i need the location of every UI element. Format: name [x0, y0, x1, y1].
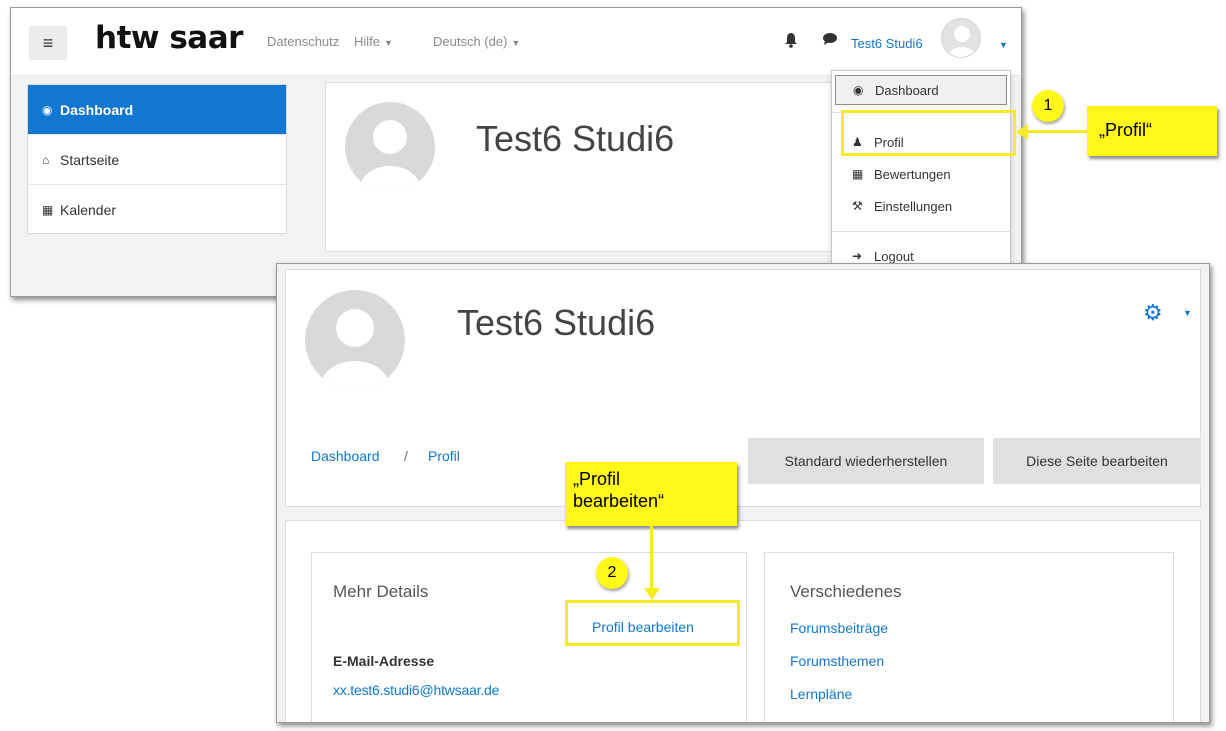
home-icon: ⌂: [42, 152, 50, 167]
bell-icon[interactable]: [784, 32, 798, 51]
arrow-left-icon: [1016, 124, 1028, 140]
forum-topics-link[interactable]: Forumsthemen: [790, 653, 884, 669]
misc-title: Verschiedenes: [790, 582, 902, 601]
caret-down-icon: ▼: [384, 38, 393, 48]
hamburger-icon: ≡: [42, 32, 54, 53]
callout-edit-profile: „Profil bearbeiten“: [565, 462, 737, 526]
learning-plans-link[interactable]: Lernpläne: [790, 686, 852, 702]
screenshot-profile-page: Test6 Studi6 ⚙ ▼ Dashboard / Profil Stan…: [276, 263, 1210, 723]
breadcrumb-dashboard[interactable]: Dashboard: [311, 448, 380, 464]
highlight-edit-profile: [565, 600, 740, 646]
forum-posts-link[interactable]: Forumsbeiträge: [790, 620, 888, 636]
caret-down-icon[interactable]: ▼: [1183, 308, 1192, 318]
language-menu[interactable]: Deutsch (de) ▼: [433, 34, 520, 49]
sidebar-nav: ◉ Dashboard ⌂ Startseite ▦ Kalender: [27, 84, 287, 234]
sidebar-item-dashboard[interactable]: ◉ Dashboard: [28, 85, 286, 135]
table-icon: ▦: [852, 167, 864, 181]
arrow-down-icon: [644, 588, 660, 600]
arrow-line: [1026, 130, 1087, 133]
wrench-icon: ⚒: [852, 199, 863, 213]
avatar[interactable]: [941, 18, 981, 58]
gear-icon[interactable]: ⚙: [1143, 300, 1163, 326]
sidebar-item-kalender[interactable]: ▦ Kalender: [28, 185, 286, 235]
user-dropdown-menu: ◉ Dashboard ♟ Profil ▦ Bewertungen ⚒ Ein…: [831, 70, 1011, 282]
email-value[interactable]: xx.test6.studi6@htwsaar.de: [333, 682, 499, 698]
dashboard-icon: ◉: [42, 102, 53, 117]
sidebar-item-startseite[interactable]: ⌂ Startseite: [28, 135, 286, 185]
profile-name: Test6 Studi6: [476, 118, 675, 159]
breadcrumb-profil[interactable]: Profil: [428, 448, 460, 464]
arrow-line: [650, 526, 653, 590]
edit-page-button[interactable]: Diese Seite bearbeiten: [993, 438, 1201, 484]
logout-icon: ➜: [852, 249, 863, 263]
caret-down-icon[interactable]: ▼: [999, 40, 1008, 50]
site-logo[interactable]: htw saar: [95, 20, 243, 56]
highlight-profil: [841, 110, 1016, 156]
caret-down-icon: ▼: [511, 38, 521, 48]
details-title: Mehr Details: [333, 582, 429, 601]
menu-item-bewertungen[interactable]: ▦ Bewertungen: [832, 159, 1010, 189]
reset-default-button[interactable]: Standard wiederherstellen: [748, 438, 984, 484]
profile-name: Test6 Studi6: [457, 302, 656, 343]
nav-link-datenschutz[interactable]: Datenschutz: [267, 34, 339, 49]
profile-avatar: [345, 102, 435, 192]
callout-profil: „Profil“: [1087, 106, 1217, 156]
menu-divider: [832, 231, 1010, 232]
menu-item-dashboard[interactable]: ◉ Dashboard: [835, 75, 1007, 105]
email-label: E-Mail-Adresse: [333, 653, 435, 669]
calendar-icon: ▦: [42, 203, 54, 217]
profile-avatar: [305, 290, 405, 390]
menu-item-einstellungen[interactable]: ⚒ Einstellungen: [832, 191, 1010, 221]
top-navbar: ≡ htw saar Datenschutz Hilfe ▼ Deutsch (d…: [11, 8, 1021, 76]
dashboard-icon: ◉: [853, 83, 864, 97]
chat-icon[interactable]: [822, 32, 838, 49]
menu-toggle-button[interactable]: ≡: [29, 26, 67, 60]
step-number-1: 1: [1032, 90, 1064, 122]
breadcrumb-separator: /: [404, 448, 408, 464]
nav-link-hilfe[interactable]: Hilfe ▼: [354, 34, 393, 49]
user-name[interactable]: Test6 Studi6: [851, 36, 923, 51]
step-number-2: 2: [596, 557, 628, 589]
